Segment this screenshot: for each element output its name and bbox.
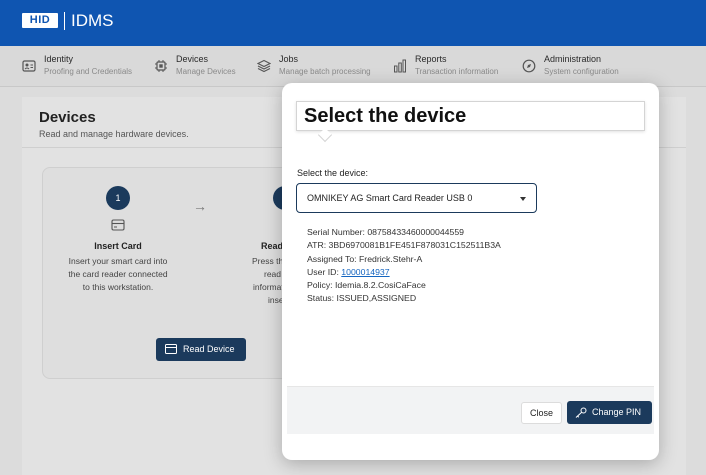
card-icon [165, 344, 177, 354]
device-details: Serial Number: 0875843346000004455‌9 ATR… [307, 226, 501, 306]
chip-icon [155, 60, 167, 72]
step-number: 1 [106, 186, 130, 210]
change-pin-button[interactable]: Change PIN [567, 401, 652, 424]
assigned-to: Assigned To: Fredrick.Stehr-A [307, 253, 423, 264]
atr: ATR: 3BD6970081B1FE451F878031C152511B3A [307, 240, 501, 251]
nav-title: Reports [415, 54, 447, 64]
logo-separator [64, 12, 65, 30]
nav-title: Identity [44, 54, 74, 64]
layers-icon [257, 59, 271, 73]
nav-item-jobs[interactable]: Jobs Manage batch processing [257, 54, 382, 80]
read-device-label: Read Device [183, 344, 235, 354]
dialog-title: Select the device [304, 105, 467, 127]
arrow-right-icon: → [193, 198, 207, 214]
select-device-dialog: Select the device Select the device: OMN… [282, 83, 659, 460]
page-subtitle: Read and manage hardware devices. [39, 129, 189, 139]
compass-icon [522, 59, 536, 73]
nav-title: Jobs [279, 54, 299, 64]
serial-number: Serial Number: 0875843346000004455‌9 [307, 227, 464, 237]
nav-item-reports[interactable]: Reports Transaction information [393, 54, 513, 80]
user-id: User ID: 1000014937 [307, 266, 501, 279]
key-icon [575, 407, 587, 418]
caret-down-icon [520, 197, 526, 201]
user-id-link[interactable]: 1000014937 [341, 267, 389, 277]
nav-item-administration[interactable]: Administration System configuration [522, 54, 632, 80]
app-name: IDMS [71, 11, 114, 30]
nav-subtitle: System configuration [544, 67, 619, 76]
dialog-footer: Close Change PIN [287, 386, 654, 434]
main-nav: Identity Proofing and Credentials Device… [0, 46, 706, 87]
nav-subtitle: Transaction information [415, 67, 499, 76]
nav-subtitle: Proofing and Credentials [44, 67, 133, 76]
step-insert-card: 1 Insert Card Insert your smart card int… [58, 186, 178, 294]
nav-item-identity[interactable]: Identity Proofing and Credentials [22, 54, 142, 80]
page-title: Devices [39, 109, 96, 126]
top-bar: HID IDMS [0, 0, 706, 46]
id-card-icon [22, 60, 36, 72]
nav-title: Administration [544, 54, 602, 64]
nav-subtitle: Manage Devices [176, 67, 236, 76]
step-description: Insert your smart card into the card rea… [68, 256, 168, 292]
device-select-value: OMNIKEY AG Smart Card Reader USB 0 [307, 193, 473, 203]
nav-subtitle: Manage batch processing [279, 67, 371, 76]
dialog-title-box: Select the device [296, 101, 645, 131]
close-button[interactable]: Close [521, 402, 562, 424]
device-select-label: Select the device: [297, 168, 369, 178]
bar-chart-icon [394, 59, 406, 73]
step-title: Insert Card [94, 241, 142, 251]
card-icon [111, 219, 125, 231]
nav-item-devices[interactable]: Devices Manage Devices [154, 54, 246, 80]
user-id-label: User ID: [307, 266, 342, 277]
read-device-button[interactable]: Read Device [156, 338, 246, 361]
nav-title: Devices [176, 54, 209, 64]
logo-text: HID [29, 14, 51, 26]
policy: Policy: Idemia.8.2.CosiCaFace [307, 280, 426, 291]
status: Status: ISSUED,ASSIGNED [307, 293, 417, 304]
hid-logo: HID [22, 13, 58, 28]
device-select[interactable]: OMNIKEY AG Smart Card Reader USB 0 [296, 183, 537, 213]
change-pin-label: Change PIN [592, 407, 642, 417]
